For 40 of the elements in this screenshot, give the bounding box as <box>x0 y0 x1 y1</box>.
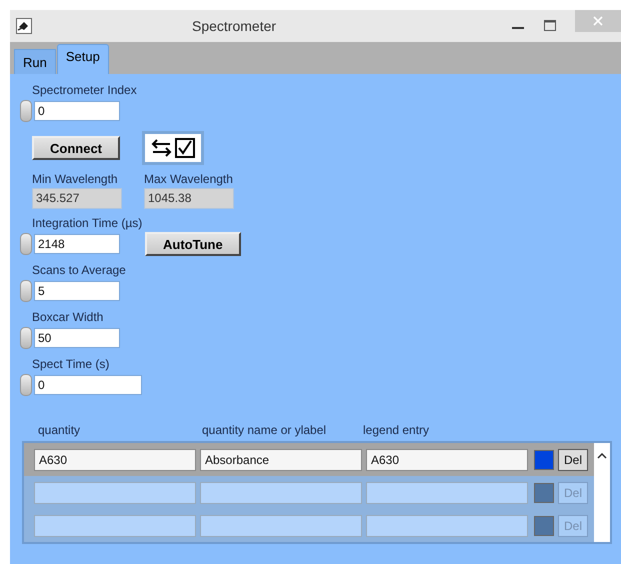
table-cell[interactable]: Absorbance <box>200 448 362 470</box>
spinner-icon[interactable] <box>20 327 32 349</box>
field-label: Scans to Average <box>32 262 127 279</box>
spinner-icon[interactable] <box>20 100 32 122</box>
column-header: legend entry <box>363 423 430 437</box>
spinner-icon[interactable] <box>20 280 32 302</box>
input-field[interactable]: 0 <box>34 375 142 395</box>
tab[interactable]: Setup <box>56 44 109 74</box>
color-swatch[interactable] <box>534 450 554 470</box>
window-title: Spectrometer <box>192 18 276 34</box>
swap-arrows-icon <box>151 138 173 158</box>
input-field[interactable]: 5 <box>34 281 120 301</box>
indicator-field: 1045.38 <box>144 188 234 209</box>
field-label: Integration Time (µs) <box>32 215 144 232</box>
app-icon <box>16 18 32 34</box>
spinner-icon[interactable] <box>20 233 32 255</box>
scroll-up-icon[interactable] <box>597 453 607 459</box>
close-icon <box>593 16 603 26</box>
table-cell[interactable]: A630 <box>366 448 528 470</box>
table-cell[interactable]: A630 <box>34 448 196 470</box>
close-button[interactable] <box>575 10 621 32</box>
column-header: quantity <box>38 423 82 437</box>
autotune-button[interactable]: AutoTune <box>145 232 241 256</box>
input-field[interactable]: 2148 <box>34 234 120 254</box>
column-header: quantity name or ylabel <box>202 423 328 437</box>
field-label: Spectrometer Index <box>32 82 138 99</box>
input-field[interactable]: 0 <box>34 101 120 121</box>
delete-button[interactable]: Del <box>558 448 588 470</box>
spinner-icon[interactable] <box>20 374 32 396</box>
input-field[interactable]: 50 <box>34 328 120 348</box>
tab[interactable]: Run <box>14 49 56 74</box>
field-label: Boxcar Width <box>32 309 104 326</box>
connect-toggle[interactable] <box>142 131 204 165</box>
field-label: Spect Time (s) <box>32 356 110 373</box>
field-label: Max Wavelength <box>144 171 234 188</box>
maximize-icon[interactable] <box>543 19 557 33</box>
indicator-field: 345.527 <box>32 188 122 209</box>
checkbox-icon[interactable] <box>175 138 195 158</box>
connect-button[interactable]: Connect <box>32 136 120 160</box>
field-label: Min Wavelength <box>32 171 119 188</box>
